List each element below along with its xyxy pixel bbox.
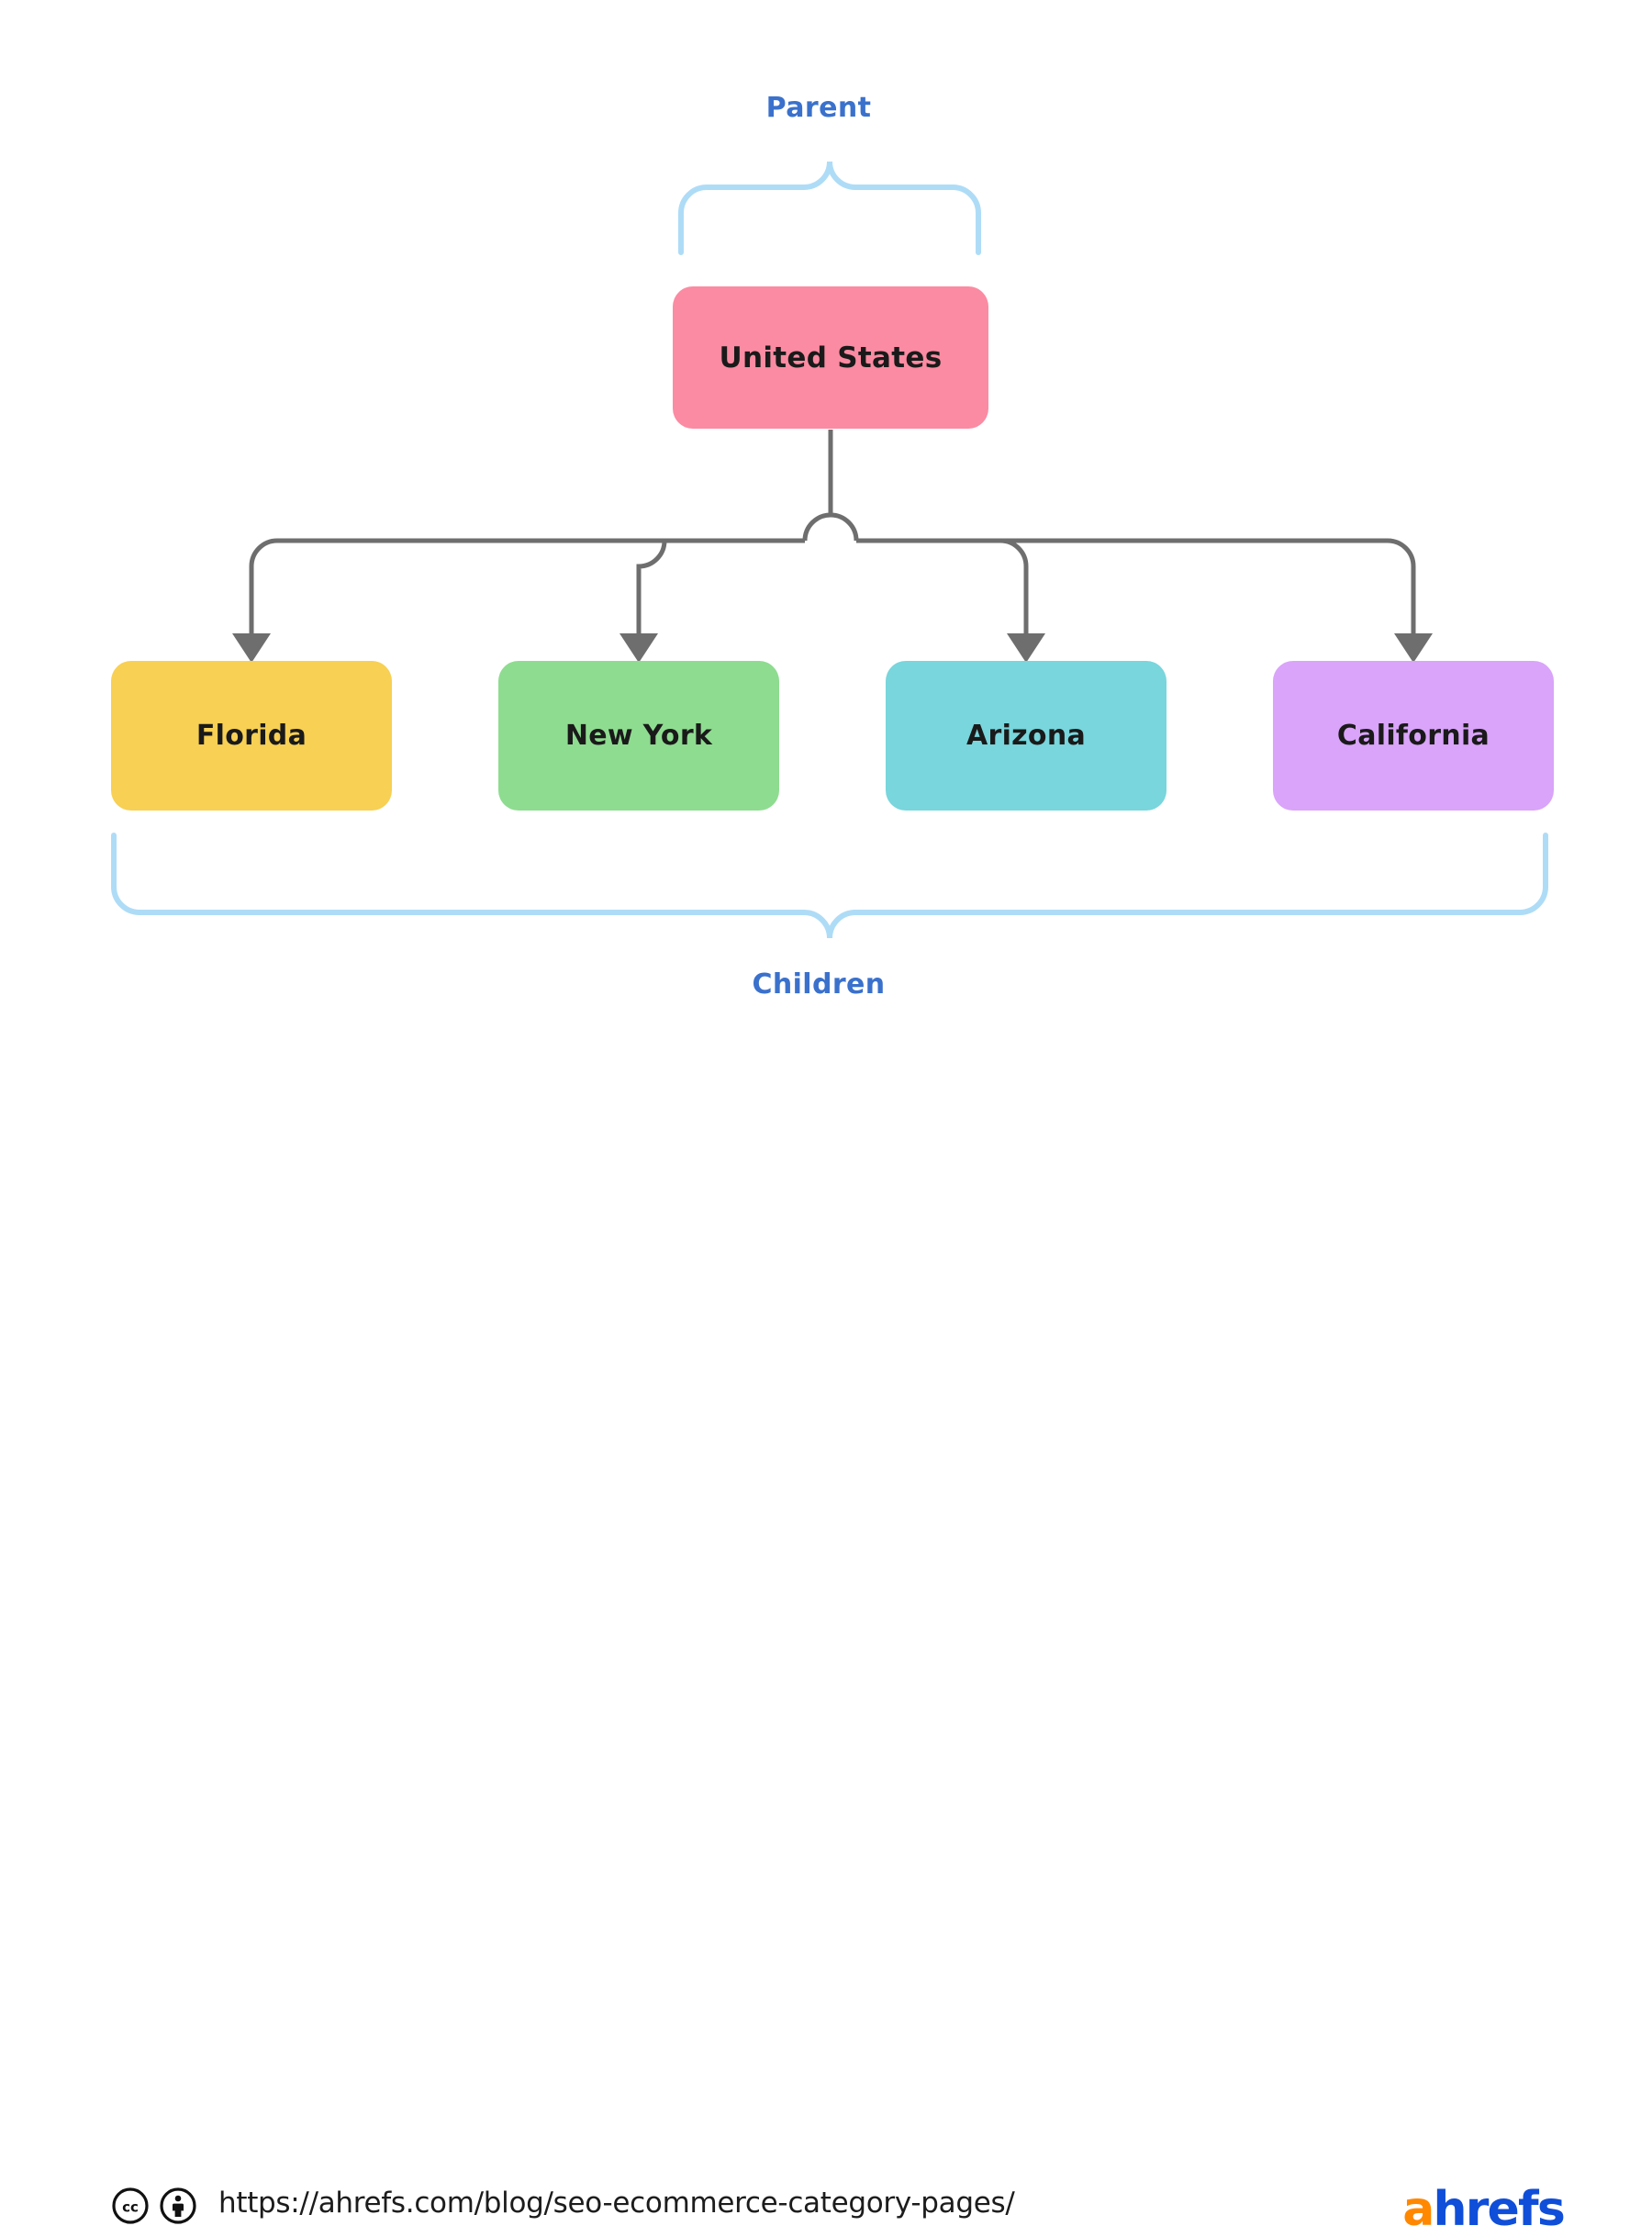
footer: cc https://ahrefs.com/blog/seo-ecommerce… <box>0 1088 1652 2237</box>
children-brace <box>111 833 1548 939</box>
node-arizona[interactable]: Arizona <box>886 661 1166 811</box>
children-group-label: Children <box>752 968 886 1001</box>
license-icon-group: cc <box>112 2187 196 2224</box>
node-parent-label: United States <box>719 341 943 375</box>
source-url[interactable]: https://ahrefs.com/blog/seo-ecommerce-ca… <box>218 2187 1015 2220</box>
cc-icon: cc <box>112 2187 149 2224</box>
cc-by-attribution-icon <box>160 2187 196 2224</box>
parent-group-label: Parent <box>765 92 872 124</box>
node-child-label: Arizona <box>966 720 1087 752</box>
diagram-canvas: Parent Children United States Florida Ne… <box>0 0 1652 2237</box>
ahrefs-logo-text: hrefs <box>1433 2182 1565 2237</box>
diagram-graphics <box>111 161 1548 939</box>
node-child-label: Florida <box>195 720 307 752</box>
node-united-states[interactable]: United States <box>673 286 988 429</box>
node-california[interactable]: California <box>1273 661 1554 811</box>
tree-connectors <box>249 430 1416 633</box>
ahrefs-logo-a: a <box>1402 2182 1434 2237</box>
node-new-york[interactable]: New York <box>498 661 779 811</box>
tree-arrowheads <box>232 633 1433 663</box>
node-child-label: California <box>1336 720 1490 752</box>
node-child-label: New York <box>564 720 713 752</box>
node-florida[interactable]: Florida <box>111 661 392 811</box>
ahrefs-logo[interactable]: ahrefs <box>1402 2182 1566 2237</box>
parent-brace <box>678 161 981 255</box>
svg-text:cc: cc <box>122 2199 139 2216</box>
